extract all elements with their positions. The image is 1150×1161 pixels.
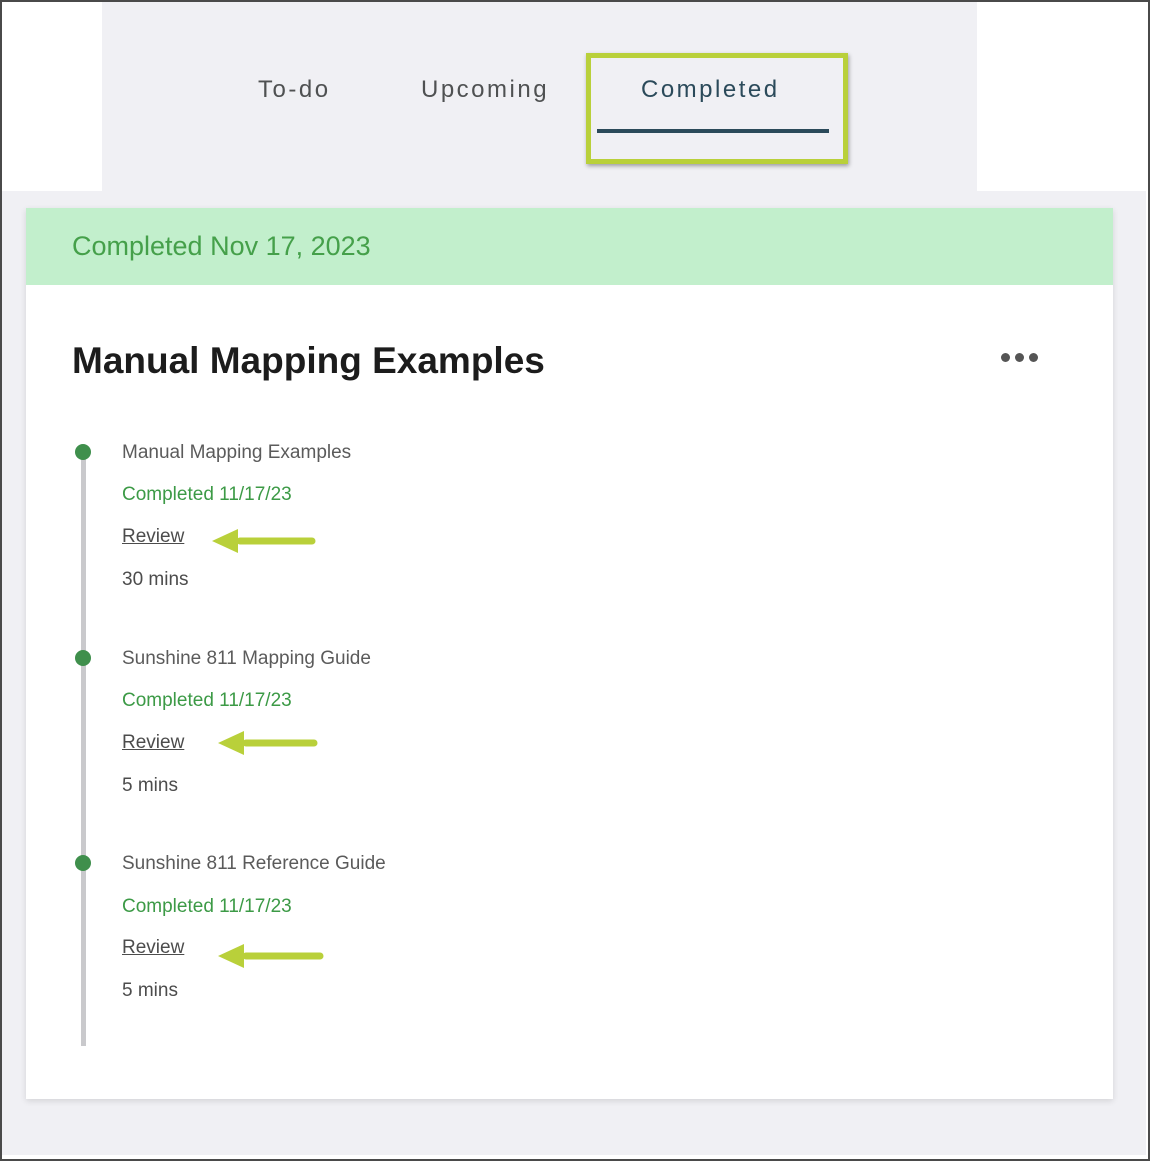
top-right-margin [977,2,1146,191]
course-card: Completed Nov 17, 2023 Manual Mapping Ex… [26,208,1113,1099]
review-link[interactable]: Review [122,732,184,754]
arrow-annotation-icon [218,944,324,968]
item-status: Completed 11/17/23 [122,484,292,505]
timeline-line [81,452,86,1046]
tab-todo[interactable]: To-do [258,76,331,104]
arrow-annotation-icon [218,731,318,755]
timeline-dot-icon [75,650,91,666]
timeline-dot-icon [75,444,91,460]
item-status: Completed 11/17/23 [122,690,292,711]
item-title: Manual Mapping Examples [122,442,352,463]
tab-upcoming[interactable]: Upcoming [421,76,549,104]
item-status: Completed 11/17/23 [122,896,292,917]
review-link[interactable]: Review [122,526,184,548]
item-title: Sunshine 811 Reference Guide [122,853,386,874]
highlight-annotation-box [586,53,848,164]
arrow-annotation-icon [212,529,316,553]
more-options-icon[interactable] [1001,348,1045,368]
timeline-dot-icon [75,855,91,871]
item-duration: 30 mins [122,569,189,590]
item-duration: 5 mins [122,980,178,1001]
completion-banner-text: Completed Nov 17, 2023 [72,231,371,261]
review-link[interactable]: Review [122,937,184,959]
item-title: Sunshine 811 Mapping Guide [122,648,371,669]
item-duration: 5 mins [122,775,178,796]
card-title: Manual Mapping Examples [72,340,545,381]
top-left-margin [2,2,102,191]
completion-banner: Completed Nov 17, 2023 [26,208,1113,285]
